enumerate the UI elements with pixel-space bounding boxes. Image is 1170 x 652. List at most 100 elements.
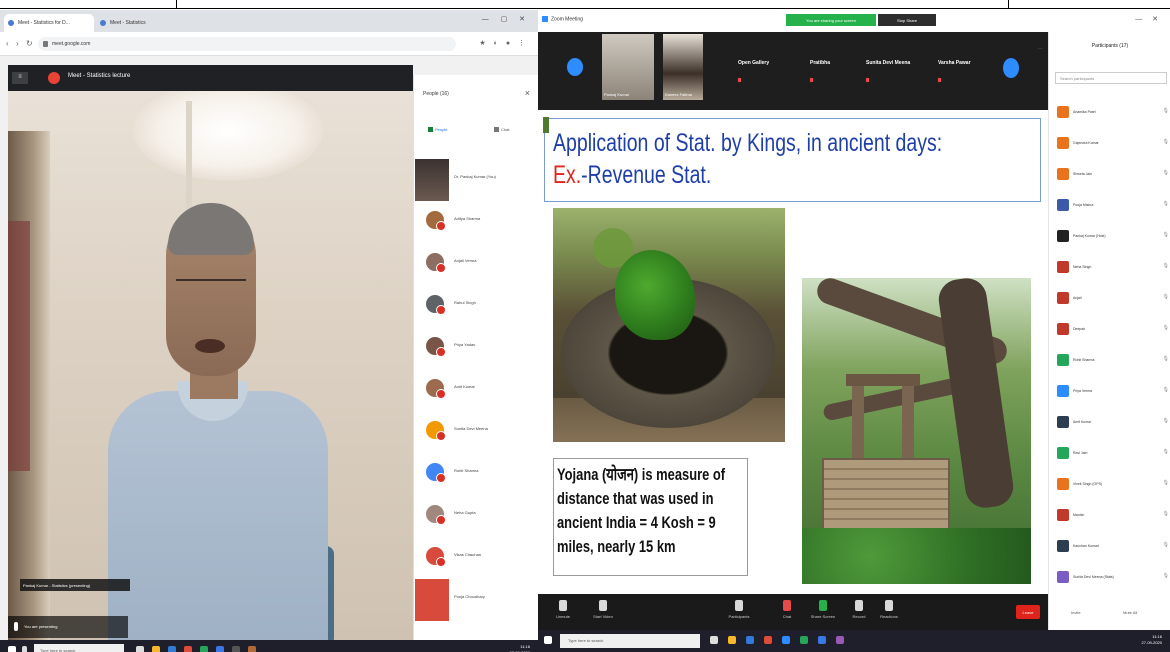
mic-muted-icon[interactable]: 🎙 xyxy=(1163,511,1169,517)
zoom-participant-row[interactable]: Vivek Singh (OPS) 🎙 xyxy=(1049,474,1170,505)
app-icon[interactable] xyxy=(818,636,826,644)
window-controls[interactable]: — ✕ xyxy=(1135,15,1162,23)
participant-row[interactable]: Aditya Sharma xyxy=(414,201,539,243)
participant-name: Vikas Chauhan xyxy=(454,552,482,557)
leave-button[interactable]: Leave xyxy=(1016,605,1040,619)
window-controls[interactable]: — ▢ ✕ xyxy=(482,15,530,23)
zoom-participant-row[interactable]: Pankaj Kumar (Host) 🎙 xyxy=(1049,226,1170,257)
participant-row[interactable]: Neha Gupta xyxy=(414,495,539,537)
mic-muted-icon[interactable]: 🎙 xyxy=(1163,325,1169,331)
file-explorer-icon[interactable] xyxy=(728,636,736,644)
zoom-control-button[interactable]: Unmute xyxy=(548,600,578,619)
zoom-participant-row[interactable]: Sunita Devi Meena (Stats) 🎙 xyxy=(1049,567,1170,598)
mic-muted-icon[interactable]: 🎙 xyxy=(1163,449,1169,455)
chrome-icon[interactable] xyxy=(764,636,772,644)
muted-icon xyxy=(866,78,869,82)
participant-row[interactable]: Dr. Pankaj Kumar (You) xyxy=(414,159,539,201)
zoom-control-button[interactable]: Participants xyxy=(724,600,754,619)
zoom-control-button[interactable]: Share Screen xyxy=(808,600,838,619)
participant-row[interactable]: Sunita Devi Meena xyxy=(414,411,539,453)
browser-tab[interactable]: Meet - Statistics for D... xyxy=(4,14,94,32)
zoom-control-button[interactable]: Reactions xyxy=(874,600,904,619)
app-icon[interactable] xyxy=(800,636,808,644)
zoom-participant-row[interactable]: Anamika Patel 🎙 xyxy=(1049,102,1170,133)
participants-search-input[interactable]: Search participants xyxy=(1055,72,1167,84)
back-icon[interactable]: ‹ xyxy=(6,39,9,48)
mic-muted-icon[interactable]: 🎙 xyxy=(1163,201,1169,207)
participant-thumbnail[interactable]: Kaneez Fatima xyxy=(663,34,703,100)
start-icon[interactable] xyxy=(8,646,16,652)
zoom-participant-row[interactable]: Ravi Jain 🎙 xyxy=(1049,443,1170,474)
mic-muted-icon[interactable]: 🎙 xyxy=(1163,387,1169,393)
mic-muted-icon[interactable]: 🎙 xyxy=(1163,108,1169,114)
tab-people[interactable]: People xyxy=(428,127,447,132)
taskbar-search[interactable]: Type here to search xyxy=(34,644,124,652)
zoom-participant-row[interactable]: Anjali 🎙 xyxy=(1049,288,1170,319)
zoom-participant-row[interactable]: Priya Verma 🎙 xyxy=(1049,381,1170,412)
participant-row[interactable]: Anjali Verma xyxy=(414,243,539,285)
zoom-participant-row[interactable]: Shweta Jain 🎙 xyxy=(1049,164,1170,195)
participant-row[interactable]: Priya Yadav xyxy=(414,327,539,369)
reload-icon[interactable]: ↻ xyxy=(26,39,33,48)
task-view-icon[interactable] xyxy=(136,646,144,652)
participant-row[interactable]: Vikas Chauhan xyxy=(414,537,539,579)
zoom-participant-row[interactable]: Amit Kumar 🎙 xyxy=(1049,412,1170,443)
participant-row[interactable]: Pooja Choudhary xyxy=(414,579,539,621)
mic-muted-icon[interactable]: 🎙 xyxy=(1163,294,1169,300)
mute-all-button[interactable]: Mute All xyxy=(1123,610,1137,615)
forward-icon[interactable]: › xyxy=(16,39,19,48)
strip-item[interactable]: Varsha Pawar xyxy=(938,60,971,82)
zoom-participant-row[interactable]: Pooja Mishra 🎙 xyxy=(1049,195,1170,226)
strip-item[interactable]: Sunita Devi Meena xyxy=(866,60,910,82)
browser-tab[interactable]: Meet - Statistics xyxy=(96,14,166,32)
mic-muted-icon[interactable]: 🎙 xyxy=(1163,480,1169,486)
mic-muted-icon[interactable]: 🎙 xyxy=(1163,418,1169,424)
zoom-participant-row[interactable]: Deepak 🎙 xyxy=(1049,319,1170,350)
participant-row[interactable]: Amit Kumar xyxy=(414,369,539,411)
mic-muted-icon[interactable]: 🎙 xyxy=(1163,356,1169,362)
extension-icons[interactable]: ★ ◐ ● ⋮ xyxy=(479,39,528,47)
zoom-icon[interactable] xyxy=(782,636,790,644)
strip-item[interactable]: Open Gallery xyxy=(738,60,769,82)
mic-muted-icon[interactable]: 🎙 xyxy=(1163,139,1169,145)
mic-muted-icon[interactable]: 🎙 xyxy=(1163,542,1169,548)
slide-ex-label: Ex. xyxy=(553,161,582,189)
stop-share-button[interactable]: Stop Share xyxy=(878,14,936,26)
search-icon[interactable] xyxy=(22,646,27,652)
app-icon[interactable] xyxy=(248,646,256,652)
zoom-control-button[interactable]: Chat xyxy=(772,600,802,619)
task-view-icon[interactable] xyxy=(710,636,718,644)
participant-row[interactable]: Rohit Sharma xyxy=(414,453,539,495)
mic-muted-icon[interactable]: 🎙 xyxy=(1163,170,1169,176)
mic-muted-icon[interactable]: 🎙 xyxy=(1163,573,1169,579)
mic-muted-icon[interactable]: 🎙 xyxy=(1163,232,1169,238)
zoom-participant-row[interactable]: Neha Singh 🎙 xyxy=(1049,257,1170,288)
participant-row[interactable]: Rahul Singh xyxy=(414,285,539,327)
zoom-participant-row[interactable]: Gajendra Kumar 🎙 xyxy=(1049,133,1170,164)
menu-icon[interactable]: ≡ xyxy=(12,72,28,84)
tab-chat[interactable]: Chat xyxy=(494,127,509,132)
start-icon[interactable] xyxy=(544,636,552,644)
strip-item[interactable]: Pratibha xyxy=(810,60,830,82)
close-icon[interactable]: × xyxy=(525,88,530,98)
strip-more-icon[interactable]: ⋯ xyxy=(1038,46,1042,51)
zoom-control-button[interactable]: Record xyxy=(844,600,874,619)
edge-icon[interactable] xyxy=(168,646,176,652)
app-icon[interactable] xyxy=(836,636,844,644)
app-icon[interactable] xyxy=(216,646,224,652)
edge-icon[interactable] xyxy=(746,636,754,644)
mic-muted-icon[interactable]: 🎙 xyxy=(1163,263,1169,269)
app-icon[interactable] xyxy=(232,646,240,652)
zoom-participant-row[interactable]: Manish 🎙 xyxy=(1049,505,1170,536)
app-icon[interactable] xyxy=(200,646,208,652)
zoom-participant-row[interactable]: Rohit Sharma 🎙 xyxy=(1049,350,1170,381)
zoom-control-button[interactable]: Start Video xyxy=(588,600,618,619)
zoom-participant-row[interactable]: Kanchan Kumari 🎙 xyxy=(1049,536,1170,567)
file-explorer-icon[interactable] xyxy=(152,646,160,652)
mic-icon[interactable] xyxy=(14,622,18,631)
invite-button[interactable]: Invite xyxy=(1071,610,1081,615)
address-bar[interactable]: meet.google.com xyxy=(38,37,456,51)
taskbar-search[interactable]: Type here to search xyxy=(560,634,700,648)
chrome-icon[interactable] xyxy=(184,646,192,652)
participant-thumbnail[interactable]: Pankaj Kumar xyxy=(602,34,654,100)
